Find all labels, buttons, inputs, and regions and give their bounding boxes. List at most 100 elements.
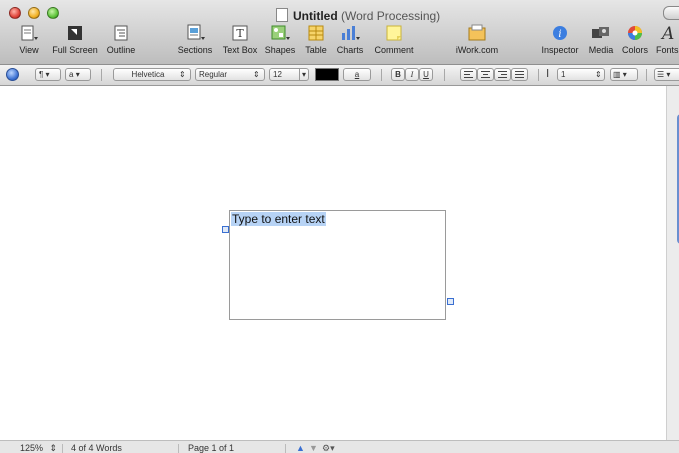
- toolbar-iwork-button[interactable]: iWork.com: [452, 24, 502, 55]
- toolbar-full-screen-button[interactable]: Full Screen: [50, 24, 100, 55]
- character-style-value: a: [69, 70, 74, 79]
- list-style-popup[interactable]: ☰ ▾: [654, 68, 679, 81]
- sections-icon: [176, 24, 214, 42]
- toolbar-table-label: Table: [305, 45, 327, 55]
- stepper-arrows-icon: ⇕: [179, 70, 186, 79]
- styles-drawer-icon[interactable]: [6, 68, 19, 81]
- toolbar-colors-label: Colors: [621, 45, 648, 55]
- toolbar-fonts-label: Fonts: [656, 45, 679, 55]
- status-bar: 125% ⇕ 4 of 4 Words Page 1 of 1 ▲ ▼ ⚙▾: [0, 440, 679, 453]
- toolbar-text-box-label: Text Box: [222, 45, 258, 55]
- toolbar-view-button[interactable]: View: [12, 24, 46, 55]
- toolbar-iwork-label: iWork.com: [455, 45, 499, 55]
- document-title: Untitled: [293, 9, 338, 23]
- justify-button[interactable]: [511, 68, 528, 81]
- toolbar-comment-label: Comment: [374, 45, 414, 55]
- window-toolbar: Untitled (Word Processing) View Full Scr…: [0, 0, 679, 65]
- colors-icon: [620, 24, 650, 42]
- text-box-out-handle[interactable]: [447, 298, 454, 305]
- line-spacing-value: 1: [561, 70, 566, 79]
- format-bar: ¶ ▾ a ▾ Helvetica ⇕ Regular ⇕ 12 ▾ a B I U …: [0, 65, 679, 86]
- text-box-icon: T: [220, 24, 260, 42]
- chevron-down-icon: ▾: [75, 70, 80, 79]
- separator: [444, 69, 445, 81]
- separator: [538, 69, 539, 81]
- toolbar-view-label: View: [19, 45, 39, 55]
- bold-label: B: [395, 70, 401, 79]
- comment-icon: [372, 24, 416, 42]
- italic-button[interactable]: I: [405, 68, 419, 81]
- text-box-in-handle[interactable]: [222, 226, 229, 233]
- toolbar-outline-button[interactable]: Outline: [103, 24, 139, 55]
- zoom-window-button[interactable]: [47, 7, 59, 19]
- underline-button[interactable]: U: [419, 68, 433, 81]
- align-center-icon: [481, 71, 490, 78]
- close-window-button[interactable]: [9, 7, 21, 19]
- fonts-icon: A: [659, 24, 679, 44]
- view-icon: [12, 24, 46, 42]
- vertical-scrollbar[interactable]: [666, 86, 679, 440]
- chevron-down-icon: ▾: [45, 70, 50, 79]
- font-size-field[interactable]: 12 ▾: [269, 68, 309, 81]
- svg-text:i: i: [558, 29, 561, 40]
- separator: [101, 69, 102, 81]
- toolbar-colors-button[interactable]: Colors: [620, 24, 650, 55]
- toolbar-toggle-button[interactable]: [663, 6, 679, 20]
- toolbar-media-button[interactable]: Media: [586, 24, 616, 55]
- align-center-button[interactable]: [477, 68, 494, 81]
- toolbar-sections-label: Sections: [177, 45, 213, 55]
- text-background-color-well[interactable]: a: [343, 68, 371, 81]
- text-background-glyph: a: [354, 70, 360, 79]
- media-icon: [586, 24, 616, 42]
- svg-text:T: T: [236, 27, 244, 40]
- toolbar-fonts-button[interactable]: A Fonts: [656, 24, 679, 55]
- justify-icon: [515, 71, 524, 78]
- toolbar-charts-button[interactable]: Charts: [334, 24, 366, 55]
- toolbar-sections-button[interactable]: Sections: [176, 24, 214, 55]
- svg-text:A: A: [660, 24, 674, 42]
- document-icon: [276, 8, 288, 22]
- table-icon: [302, 24, 330, 42]
- toolbar-inspector-button[interactable]: i Inspector: [538, 24, 582, 55]
- italic-label: I: [410, 70, 414, 79]
- toolbar-full-screen-label: Full Screen: [52, 45, 98, 55]
- align-right-icon: [498, 71, 507, 78]
- minimize-window-button[interactable]: [28, 7, 40, 19]
- shapes-icon: [264, 24, 296, 42]
- font-size-value: 12: [273, 70, 282, 79]
- chevron-down-icon: ▾: [666, 70, 671, 79]
- toolbar-charts-label: Charts: [336, 45, 364, 55]
- toolbar-media-label: Media: [588, 45, 614, 55]
- bold-button[interactable]: B: [391, 68, 405, 81]
- align-left-button[interactable]: [460, 68, 477, 81]
- align-right-button[interactable]: [494, 68, 511, 81]
- separator: [381, 69, 382, 81]
- line-spacing-icon: Ⅰ: [546, 68, 550, 80]
- charts-icon: [334, 24, 366, 42]
- chevron-down-icon: ▾: [622, 70, 627, 79]
- paragraph-style-value: ¶: [39, 70, 44, 79]
- toolbar-text-box-button[interactable]: T Text Box: [220, 24, 260, 55]
- font-style-popup[interactable]: Regular ⇕: [195, 68, 265, 81]
- columns-icon: ▥: [613, 70, 621, 79]
- paragraph-style-popup[interactable]: ¶ ▾: [35, 68, 61, 81]
- text-color-well[interactable]: [315, 68, 339, 81]
- text-box-placeholder[interactable]: Type to enter text: [231, 212, 326, 226]
- toolbar-shapes-button[interactable]: Shapes: [264, 24, 296, 55]
- columns-popup[interactable]: ▥ ▾: [610, 68, 638, 81]
- toolbar-table-button[interactable]: Table: [302, 24, 330, 55]
- document-kind: (Word Processing): [341, 9, 441, 23]
- line-spacing-field[interactable]: 1 ⇕: [557, 68, 605, 81]
- stepper-arrows-icon: ⇕: [595, 70, 602, 79]
- text-box[interactable]: Type to enter text: [229, 210, 446, 320]
- full-screen-icon: [50, 24, 100, 42]
- outline-icon: [103, 24, 139, 42]
- window-title: Untitled (Word Processing): [276, 8, 440, 23]
- font-family-popup[interactable]: Helvetica ⇕: [113, 68, 191, 81]
- toolbar-outline-label: Outline: [106, 45, 136, 55]
- character-style-popup[interactable]: a ▾: [65, 68, 91, 81]
- separator: [646, 69, 647, 81]
- chevron-down-icon: ▾: [299, 69, 306, 80]
- toolbar-comment-button[interactable]: Comment: [372, 24, 416, 55]
- font-family-value: Helvetica: [131, 70, 165, 79]
